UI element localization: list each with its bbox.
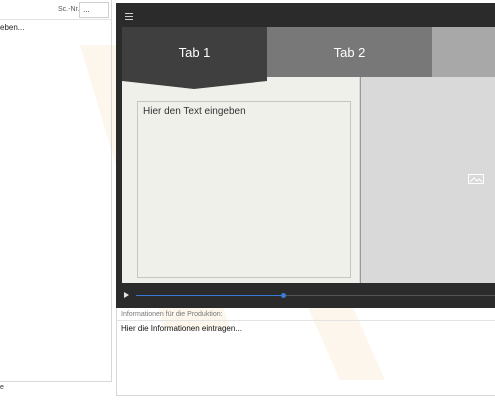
progress-knob[interactable] bbox=[280, 293, 286, 298]
scene-number-field[interactable]: ... bbox=[79, 2, 109, 18]
production-info-field[interactable]: Hier die Informationen eintragen... bbox=[121, 324, 242, 333]
player-panel: Tab 1 Tab 2 Hier den Text eingeben bbox=[116, 3, 495, 308]
tab-content-left: Hier den Text eingeben bbox=[122, 77, 359, 283]
left-bottom-text: e bbox=[0, 384, 4, 391]
hamburger-menu-icon[interactable] bbox=[125, 13, 133, 20]
tab-content-right bbox=[360, 77, 495, 283]
image-placeholder-icon bbox=[468, 174, 484, 184]
progress-track[interactable] bbox=[136, 293, 495, 298]
left-text-field[interactable]: eben... bbox=[0, 23, 24, 32]
tab-2-label: Tab 2 bbox=[333, 44, 366, 60]
playback-controls bbox=[116, 289, 495, 303]
left-panel: Sc.-Nr.: ... eben... bbox=[0, 0, 112, 382]
tab-3[interactable] bbox=[432, 27, 495, 77]
tab-2[interactable]: Tab 2 bbox=[267, 27, 432, 77]
tab-1[interactable]: Tab 1 bbox=[122, 27, 267, 77]
active-tab-pointer bbox=[122, 77, 267, 89]
production-info-label: Informationen für die Produktion: bbox=[121, 311, 223, 318]
tab-1-label: Tab 1 bbox=[178, 44, 211, 60]
progress-fill bbox=[136, 295, 284, 296]
stage: Tab 1 Tab 2 Hier den Text eingeben bbox=[122, 27, 495, 283]
divider bbox=[0, 19, 111, 20]
play-icon[interactable] bbox=[124, 292, 129, 298]
production-info-box: Informationen für die Produktion: Hier d… bbox=[116, 308, 495, 396]
text-input-box[interactable]: Hier den Text eingeben bbox=[137, 101, 351, 278]
divider bbox=[117, 320, 495, 321]
scene-number-label: Sc.-Nr.: bbox=[58, 6, 82, 13]
